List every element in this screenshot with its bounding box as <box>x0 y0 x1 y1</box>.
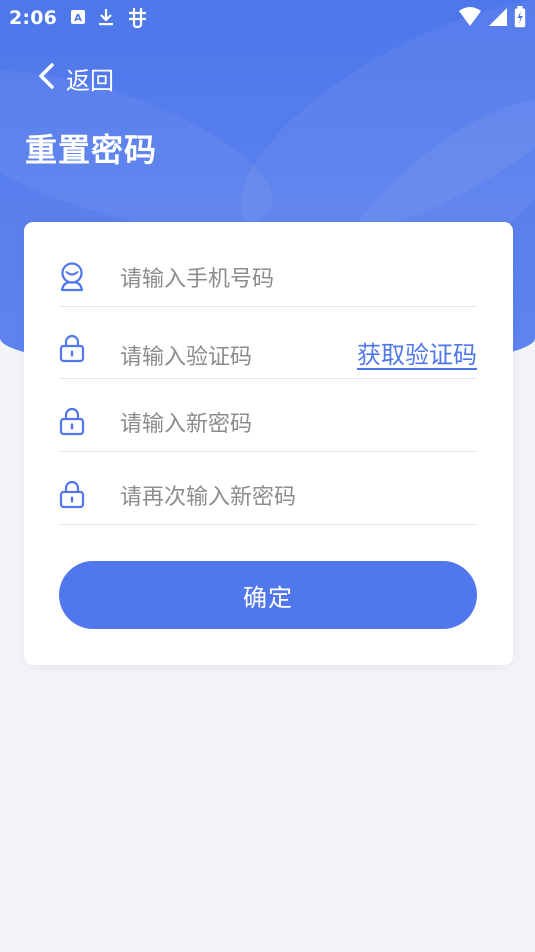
wifi-icon <box>458 7 482 31</box>
phone-input[interactable] <box>120 262 477 296</box>
battery-charging-icon <box>514 6 526 32</box>
confirm-password-input[interactable] <box>120 480 477 514</box>
status-time: 2:06 <box>9 7 58 29</box>
back-button[interactable]: 返回 <box>36 60 114 96</box>
lock-icon <box>59 406 85 436</box>
svg-text:A: A <box>74 13 82 24</box>
status-bar: 2:06 A <box>0 0 535 38</box>
bug-icon <box>126 6 148 32</box>
back-label: 返回 <box>66 66 114 95</box>
new-password-field <box>59 400 477 452</box>
page-title: 重置密码 <box>25 131 158 169</box>
confirm-password-field <box>59 473 477 525</box>
chevron-left-icon <box>36 62 56 94</box>
confirm-button[interactable]: 确定 <box>59 561 477 629</box>
lock-icon <box>59 333 85 363</box>
status-icons-right <box>458 6 526 32</box>
signal-icon <box>488 7 508 31</box>
verification-code-input[interactable] <box>120 340 320 374</box>
verification-code-field: 获取验证码 <box>59 328 477 379</box>
get-code-link[interactable]: 获取验证码 <box>357 335 477 370</box>
status-icons-left: A <box>70 6 148 32</box>
lock-icon <box>59 479 85 509</box>
download-icon <box>98 7 114 31</box>
user-icon <box>59 262 85 292</box>
reset-password-card: 获取验证码 确定 <box>24 222 513 665</box>
phone-field <box>59 260 477 307</box>
new-password-input[interactable] <box>120 407 477 441</box>
a11y-font-icon: A <box>70 9 86 29</box>
